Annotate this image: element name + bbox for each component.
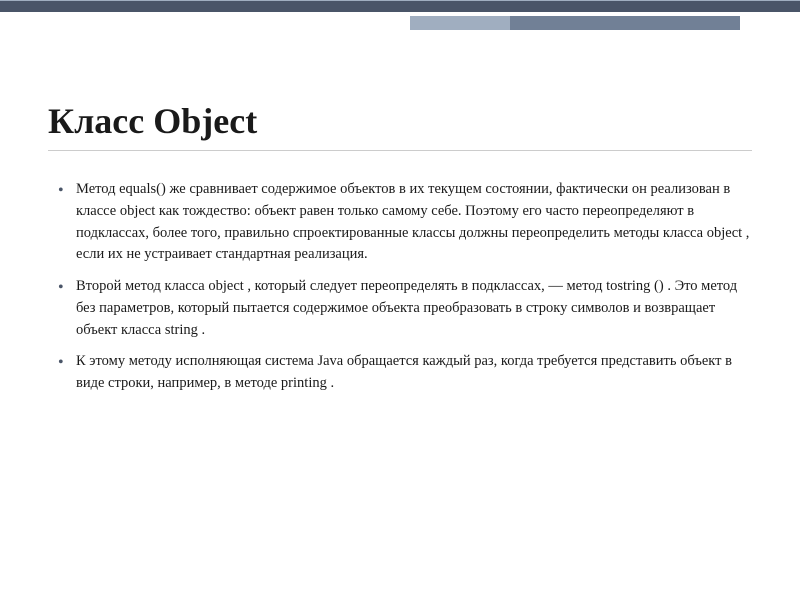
title-underline	[48, 150, 752, 151]
list-item: Метод equals() же сравнивает содержимое …	[76, 179, 752, 266]
top-border-decoration	[0, 0, 800, 12]
accent-bar-dark	[510, 16, 740, 30]
slide-title: Класс Object	[48, 100, 752, 142]
list-item: Второй метод класса object , который сле…	[76, 276, 752, 341]
slide-content: Класс Object Метод equals() же сравнивае…	[0, 0, 800, 445]
list-item: К этому методу исполняющая система Java …	[76, 351, 752, 395]
accent-bar-light	[410, 16, 510, 30]
bullet-list: Метод equals() же сравнивает содержимое …	[48, 179, 752, 395]
